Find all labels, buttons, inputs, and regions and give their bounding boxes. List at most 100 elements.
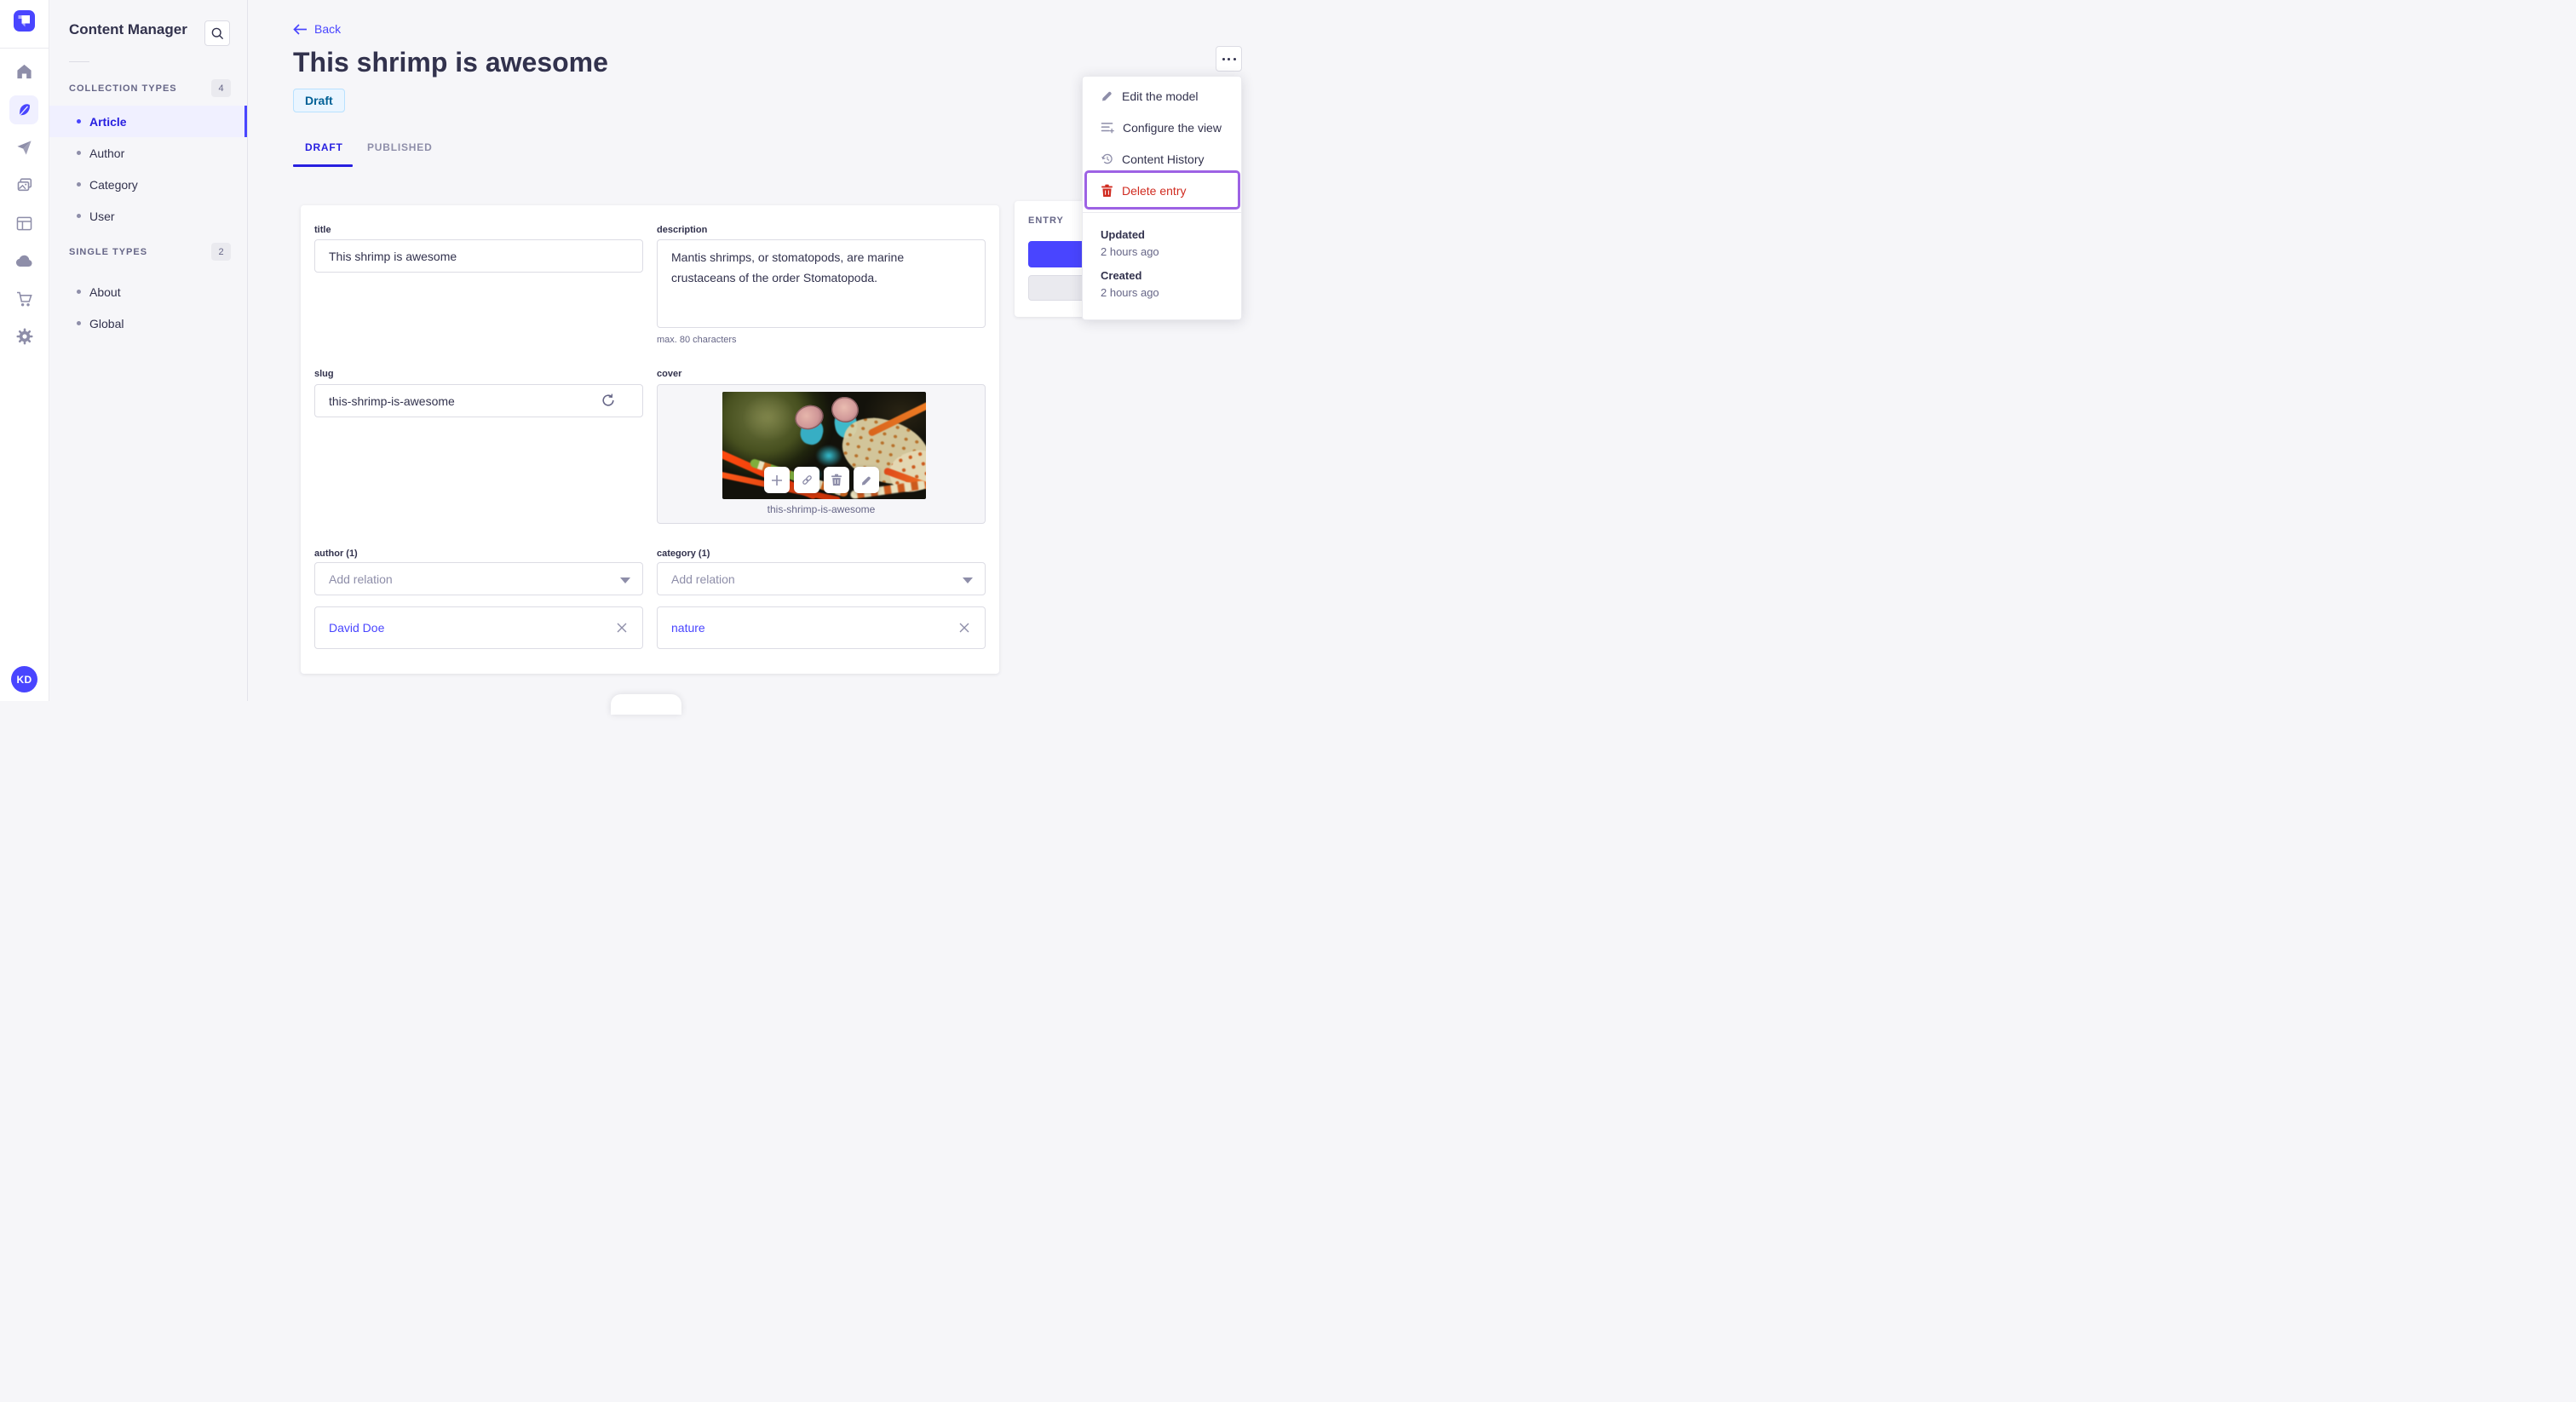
gear-icon[interactable] [0,323,49,350]
sidebar-item-label: User [89,209,115,223]
cover-field: this-shrimp-is-awesome [657,384,986,524]
slug-input[interactable]: this-shrimp-is-awesome [314,384,643,417]
description-hint: max. 80 characters [657,335,737,345]
sidebar-divider [69,61,89,62]
pencil-icon [860,474,872,486]
back-label: Back [314,22,342,36]
cart-icon[interactable] [0,285,49,313]
search-button[interactable] [204,20,230,46]
chevron-down-icon [963,577,973,583]
content-manager-sidebar: Content Manager COLLECTION TYPES 4 Artic… [49,0,248,701]
sidebar-item-label: Author [89,146,125,160]
slug-input-value: this-shrimp-is-awesome [329,394,455,408]
updated-label: Updated [1101,228,1145,241]
menu-item-edit-the-model[interactable]: Edit the model [1083,80,1241,112]
description-textarea[interactable]: Mantis shrimps, or stomatopods, are mari… [657,239,986,328]
send-plane-icon[interactable] [0,134,49,161]
menu-item-label: Content History [1122,152,1205,166]
title-field-label: title [314,225,331,235]
entry-panel-title: ENTRY [1028,215,1064,226]
cover-caption: this-shrimp-is-awesome [767,503,876,515]
menu-item-label: Edit the model [1122,89,1199,103]
media-images-icon[interactable] [0,171,49,198]
menu-item-label: Configure the view [1123,120,1222,135]
sidebar-item-user[interactable]: User [49,200,247,232]
bullet-icon [77,214,81,218]
cover-actions [764,467,879,493]
add-media-button[interactable] [764,467,790,493]
link-icon [801,474,814,486]
back-arrow-icon [293,23,308,36]
single-types-count-badge: 2 [211,243,231,261]
cloud-icon[interactable] [0,247,49,274]
layout-icon[interactable] [0,210,49,237]
history-clock-icon [1101,152,1113,165]
pencil-icon [1101,89,1113,102]
trash-icon [831,474,842,486]
category-relation-item: nature [657,606,986,649]
avatar[interactable]: KD [11,666,37,692]
category-relation-link[interactable]: nature [671,621,705,635]
cover-field-label: cover [657,369,682,379]
description-field-label: description [657,225,708,235]
sidebar-item-label: Article [89,114,127,129]
search-icon [210,26,225,41]
content-manager-feather-icon[interactable] [9,95,38,124]
author-relation-combobox[interactable]: Add relation [314,562,643,595]
copy-link-button[interactable] [794,467,819,493]
menu-item-content-history[interactable]: Content History [1083,143,1241,175]
refresh-icon[interactable] [601,393,616,408]
sidebar-item-label: Category [89,177,138,192]
bullet-icon [77,290,81,294]
remove-category-relation-button[interactable] [959,623,969,633]
created-label: Created [1101,269,1142,282]
collection-types-heading: COLLECTION TYPES [69,83,177,94]
single-types-heading: SINGLE TYPES [69,247,148,257]
trash-icon [1101,184,1113,198]
icon-rail: KD [0,0,49,701]
more-actions-menu: Edit the model Configure the view Conten… [1082,76,1242,320]
category-field-label: category (1) [657,549,710,559]
sidebar-item-about[interactable]: About [49,276,247,307]
sidebar-item-global[interactable]: Global [49,307,247,339]
menu-item-configure-the-view[interactable]: Configure the view [1083,112,1241,143]
tab-draft[interactable]: DRAFT [305,141,343,153]
plus-icon [771,474,783,486]
category-combobox-placeholder: Add relation [671,572,735,586]
more-actions-button[interactable] [1216,46,1242,72]
chevron-down-icon [620,577,630,583]
bullet-icon [77,151,81,155]
menu-divider [1083,212,1241,213]
author-field-label: author (1) [314,549,358,559]
remove-author-relation-button[interactable] [617,623,627,633]
sidebar-item-category[interactable]: Category [49,169,247,200]
edit-form-card: title This shrimp is awesome description… [301,205,999,674]
home-icon[interactable] [0,58,49,85]
title-input[interactable]: This shrimp is awesome [314,239,643,273]
back-link[interactable]: Back [293,22,341,36]
strapi-logo[interactable] [14,10,35,32]
delete-media-button[interactable] [824,467,849,493]
created-value: 2 hours ago [1101,286,1159,299]
title-input-value: This shrimp is awesome [329,249,457,263]
sidebar-item-author[interactable]: Author [49,137,247,169]
bullet-icon [77,321,81,325]
description-value: Mantis shrimps, or stomatopods, are mari… [671,250,905,284]
collection-types-count-badge: 4 [211,79,231,97]
menu-item-delete-entry[interactable]: Delete entry [1083,175,1241,206]
dots-icon [1222,57,1225,60]
status-badge: Draft [293,89,345,112]
page-title: This shrimp is awesome [293,47,608,78]
slug-field-label: slug [314,369,334,379]
category-relation-combobox[interactable]: Add relation [657,562,986,595]
sidebar-item-article[interactable]: Article [49,106,247,137]
bullet-icon [77,119,81,124]
bottom-floating-widget[interactable] [611,694,681,715]
tab-published[interactable]: PUBLISHED [367,141,433,153]
author-relation-link[interactable]: David Doe [329,621,384,635]
active-tab-underline [293,164,353,167]
rail-divider [0,48,49,49]
sidebar-item-label: About [89,284,121,299]
author-relation-item: David Doe [314,606,643,649]
edit-media-button[interactable] [854,467,879,493]
